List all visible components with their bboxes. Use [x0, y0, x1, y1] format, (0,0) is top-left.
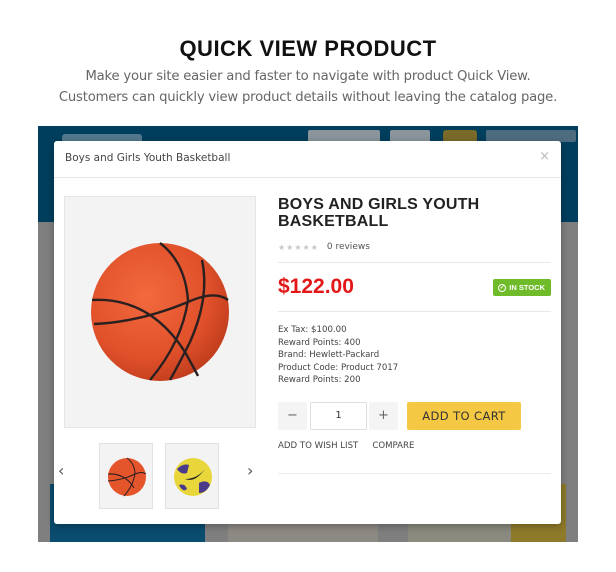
add-to-wishlist-link[interactable]: ADD TO WISH LIST — [278, 441, 358, 451]
close-icon[interactable]: × — [539, 149, 550, 164]
soccer-ball-thumb-icon — [174, 458, 212, 496]
meta-reward-points-2: Reward Points: 200 — [278, 375, 361, 385]
compare-link[interactable]: COMPARE — [372, 441, 414, 451]
product-rating: ★★★★★ 0 reviews — [278, 241, 551, 253]
reviews-link[interactable]: 0 reviews — [327, 242, 370, 252]
gallery-next-icon[interactable]: › — [247, 461, 253, 480]
check-circle-icon: ✓ — [498, 283, 507, 292]
stock-label: IN STOCK — [509, 283, 545, 292]
quantity-input[interactable] — [310, 401, 367, 430]
meta-product-code: Product Code: Product 7017 — [278, 362, 399, 373]
subtitle-line-1: Make your site easier and faster to navi… — [85, 69, 531, 84]
product-meta: Ex Tax: $100.00 Reward Points: 400 Brand… — [278, 324, 551, 387]
thumbnail-basketball[interactable] — [99, 443, 153, 509]
price-row: $122.00 ✓ IN STOCK — [278, 263, 551, 311]
meta-brand: Brand: Hewlett-Packard — [278, 350, 380, 360]
divider — [278, 311, 551, 312]
quick-view-modal: Boys and Girls Youth Basketball × ‹ › BO… — [54, 141, 561, 524]
divider — [278, 472, 551, 474]
thumbnail-soccer-ball[interactable] — [165, 443, 219, 509]
basketball-thumb-icon — [107, 457, 147, 497]
meta-ex-tax: Ex Tax: $100.00 — [278, 325, 347, 335]
star-rating-icon: ★★★★★ — [278, 242, 319, 252]
product-main-image[interactable] — [64, 196, 256, 428]
modal-title: Boys and Girls Youth Basketball — [65, 152, 231, 164]
modal-header: Boys and Girls Youth Basketball × — [54, 141, 561, 178]
product-info: BOYS AND GIRLS YOUTH BASKETBALL ★★★★★ 0 … — [278, 196, 551, 474]
quantity-decrease-button[interactable]: − — [278, 401, 307, 430]
gallery-prev-icon[interactable]: ‹ — [58, 461, 64, 480]
quantity-increase-button[interactable]: + — [369, 401, 398, 430]
section-subtitle: Make your site easier and faster to navi… — [0, 66, 616, 108]
product-name: BOYS AND GIRLS YOUTH BASKETBALL — [278, 196, 480, 230]
stock-badge: ✓ IN STOCK — [493, 279, 551, 296]
add-to-cart-button[interactable]: ADD TO CART — [407, 401, 521, 430]
product-actions: ADD TO WISH LIST COMPARE — [278, 441, 551, 451]
meta-reward-points: Reward Points: 400 — [278, 337, 361, 348]
basketball-image — [91, 242, 229, 381]
subtitle-line-2: Customers can quickly view product detai… — [58, 90, 558, 105]
quantity-row: − + ADD TO CART — [278, 401, 551, 431]
section-title: QUICK VIEW PRODUCT — [179, 36, 437, 61]
product-price: $122.00 — [278, 275, 354, 298]
